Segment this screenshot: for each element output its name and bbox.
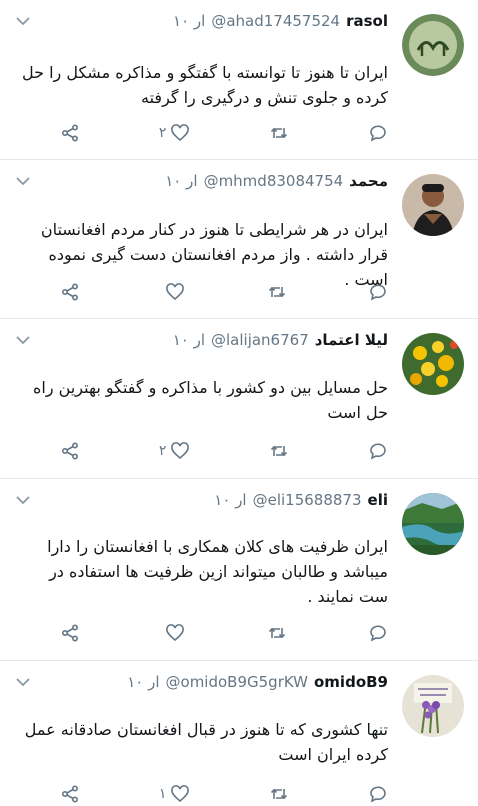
tweet-actions xyxy=(60,280,388,304)
like-button[interactable] xyxy=(161,282,185,302)
tweet-actions: ۲ xyxy=(60,439,388,463)
like-count: ۲ xyxy=(158,125,167,141)
tweet[interactable]: omidoB9 @omidoB9G5grKW ۱۰ ار تنها کشوری … xyxy=(0,661,478,803)
share-button[interactable] xyxy=(60,784,80,804)
reply-icon xyxy=(370,125,386,142)
tweet-text: ایران ظرفیت های کلان همکاری با افغانستان… xyxy=(47,537,388,606)
tweet-actions: ۲ xyxy=(60,121,388,145)
tweet-time[interactable]: ۱۰ ار xyxy=(173,12,205,30)
share-button[interactable] xyxy=(60,282,80,302)
author-handle[interactable]: @ahad17457524 xyxy=(211,12,340,30)
chevron-down-icon[interactable] xyxy=(14,172,32,190)
heart-icon xyxy=(166,624,185,642)
author-handle[interactable]: @mhmd83084754 xyxy=(204,172,344,190)
author-handle[interactable]: @omidoB9G5grKW xyxy=(166,673,308,691)
author-name[interactable]: eli xyxy=(368,491,388,509)
heart-icon xyxy=(171,442,190,460)
retweet-button[interactable] xyxy=(269,441,289,461)
author-name[interactable]: لیلا اعتماد xyxy=(315,331,388,349)
retweet-button[interactable] xyxy=(269,123,289,143)
share-icon xyxy=(61,124,79,142)
retweet-icon xyxy=(271,127,288,139)
retweet-icon xyxy=(271,788,288,800)
heart-icon xyxy=(166,283,185,301)
like-button[interactable]: ۱ xyxy=(159,784,191,804)
tweet-header: لیلا اعتماد @lalijan6767 ۱۰ ار xyxy=(173,331,388,349)
tweet[interactable]: محمد @mhmd83084754 ۱۰ ار ایران در هر شرا… xyxy=(0,160,478,319)
author-name[interactable]: محمد xyxy=(349,172,388,190)
tweet-header: rasol @ahad17457524 ۱۰ ار xyxy=(173,12,388,30)
like-button[interactable]: ۲ xyxy=(159,441,191,461)
tweet-time[interactable]: ۱۰ ار xyxy=(165,172,197,190)
retweet-button[interactable] xyxy=(269,784,289,804)
share-button[interactable] xyxy=(60,623,80,643)
avatar[interactable] xyxy=(402,675,464,737)
reply-icon xyxy=(370,443,386,460)
tweet-time[interactable]: ۱۰ ار xyxy=(214,491,246,509)
tweet-header: محمد @mhmd83084754 ۱۰ ار xyxy=(165,172,388,190)
avatar[interactable] xyxy=(402,174,464,236)
share-icon xyxy=(61,283,79,301)
avatar[interactable] xyxy=(402,333,464,395)
share-icon xyxy=(61,442,79,460)
retweet-icon xyxy=(271,445,288,457)
avatar[interactable] xyxy=(402,14,464,76)
tweet-actions: ۱ xyxy=(60,782,388,806)
tweet-header: omidoB9 @omidoB9G5grKW ۱۰ ار xyxy=(127,673,388,691)
like-button[interactable] xyxy=(161,623,185,643)
tweet-header: eli @eli15688873 ۱۰ ار xyxy=(214,491,388,509)
author-handle[interactable]: @lalijan6767 xyxy=(211,331,309,349)
retweet-button[interactable] xyxy=(267,623,287,643)
reply-button[interactable] xyxy=(368,784,388,804)
reply-button[interactable] xyxy=(368,282,388,302)
heart-icon xyxy=(171,124,190,142)
reply-icon xyxy=(370,284,386,301)
tweet-text: حل مسایل بین دو کشور با مذاکره و گفتگو ب… xyxy=(33,378,388,422)
tweet-time[interactable]: ۱۰ ار xyxy=(127,673,159,691)
reply-button[interactable] xyxy=(368,123,388,143)
heart-icon xyxy=(171,785,190,803)
tweet-actions xyxy=(60,621,388,645)
retweet-icon xyxy=(268,627,285,639)
tweet[interactable]: لیلا اعتماد @lalijan6767 ۱۰ ار حل مسایل … xyxy=(0,319,478,479)
retweet-button[interactable] xyxy=(267,282,287,302)
like-count: ۲ xyxy=(158,443,167,459)
author-name[interactable]: rasol xyxy=(346,12,388,30)
chevron-down-icon[interactable] xyxy=(14,491,32,509)
chevron-down-icon[interactable] xyxy=(14,12,32,30)
reply-icon xyxy=(370,786,386,803)
avatar[interactable] xyxy=(402,493,464,555)
tweet-text: تنها کشوری که تا هنوز در قبال افغانستان … xyxy=(24,720,388,764)
tweet-time[interactable]: ۱۰ ار xyxy=(173,331,205,349)
share-button[interactable] xyxy=(60,123,80,143)
tweet[interactable]: rasol @ahad17457524 ۱۰ ار ایران تا هنوز … xyxy=(0,0,478,160)
reply-button[interactable] xyxy=(368,441,388,461)
tweet-feed: rasol @ahad17457524 ۱۰ ار ایران تا هنوز … xyxy=(0,0,478,803)
author-name[interactable]: omidoB9 xyxy=(314,673,388,691)
tweet-text: ایران تا هنوز تا توانسته با گفتگو و مذاک… xyxy=(22,63,388,107)
retweet-icon xyxy=(268,286,285,298)
like-button[interactable]: ۲ xyxy=(159,123,191,143)
reply-icon xyxy=(370,625,386,642)
tweet[interactable]: eli @eli15688873 ۱۰ ار ایران ظرفیت های ک… xyxy=(0,479,478,661)
share-icon xyxy=(61,624,79,642)
chevron-down-icon[interactable] xyxy=(14,331,32,349)
chevron-down-icon[interactable] xyxy=(14,673,32,691)
share-button[interactable] xyxy=(60,441,80,461)
reply-button[interactable] xyxy=(368,623,388,643)
share-icon xyxy=(61,785,79,803)
author-handle[interactable]: @eli15688873 xyxy=(253,491,362,509)
